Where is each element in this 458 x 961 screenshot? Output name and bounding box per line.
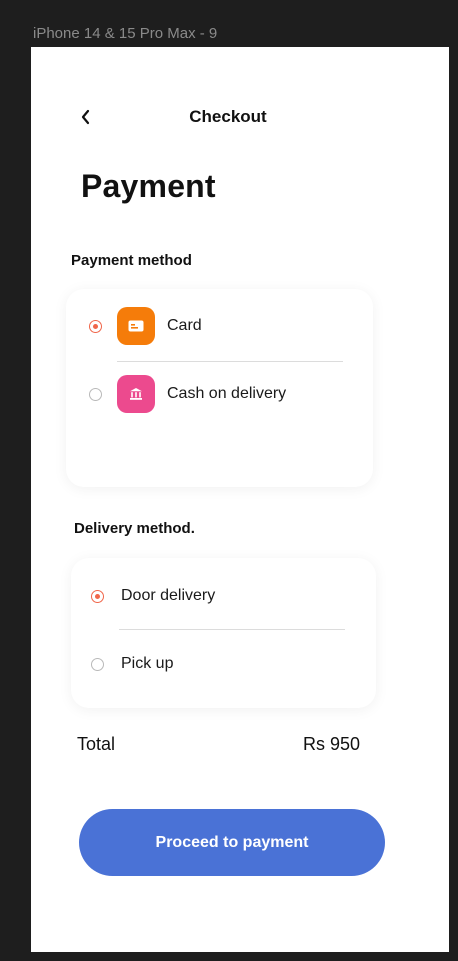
door-delivery-radio[interactable]: [91, 589, 104, 603]
payment-option-cash-label: Cash on delivery: [167, 385, 287, 402]
proceed-to-payment-button[interactable]: Proceed to payment: [79, 809, 385, 876]
total-label: Total: [77, 734, 116, 754]
delivery-method-card: [71, 558, 376, 708]
payment-option-card-label: Card: [167, 317, 202, 334]
chevron-left-icon: [81, 109, 90, 125]
cash-radio[interactable]: [89, 387, 102, 401]
delivery-option-pickup-label: Pick up: [121, 655, 174, 672]
delivery-option-door[interactable]: Door delivery: [91, 587, 215, 605]
payment-method-label: Payment method: [71, 252, 192, 269]
bank-icon: [117, 375, 155, 413]
pickup-radio[interactable]: [91, 657, 104, 671]
delivery-option-door-label: Door delivery: [121, 587, 216, 604]
delivery-method-label: Delivery method.: [74, 520, 195, 537]
frame-label: iPhone 14 & 15 Pro Max - 9: [33, 25, 218, 42]
back-button[interactable]: [76, 104, 94, 130]
header-title: Checkout: [189, 107, 267, 126]
delivery-option-pickup[interactable]: Pick up: [91, 655, 173, 673]
card-radio[interactable]: [89, 319, 102, 333]
page-title: Payment: [81, 168, 216, 204]
payment-option-cash[interactable]: Cash on delivery: [89, 375, 286, 413]
credit-card-icon: [117, 307, 155, 345]
payment-option-card[interactable]: Card: [89, 307, 202, 345]
total-value: Rs 950: [302, 734, 360, 754]
payment-divider: [117, 361, 343, 362]
delivery-divider: [119, 629, 345, 630]
